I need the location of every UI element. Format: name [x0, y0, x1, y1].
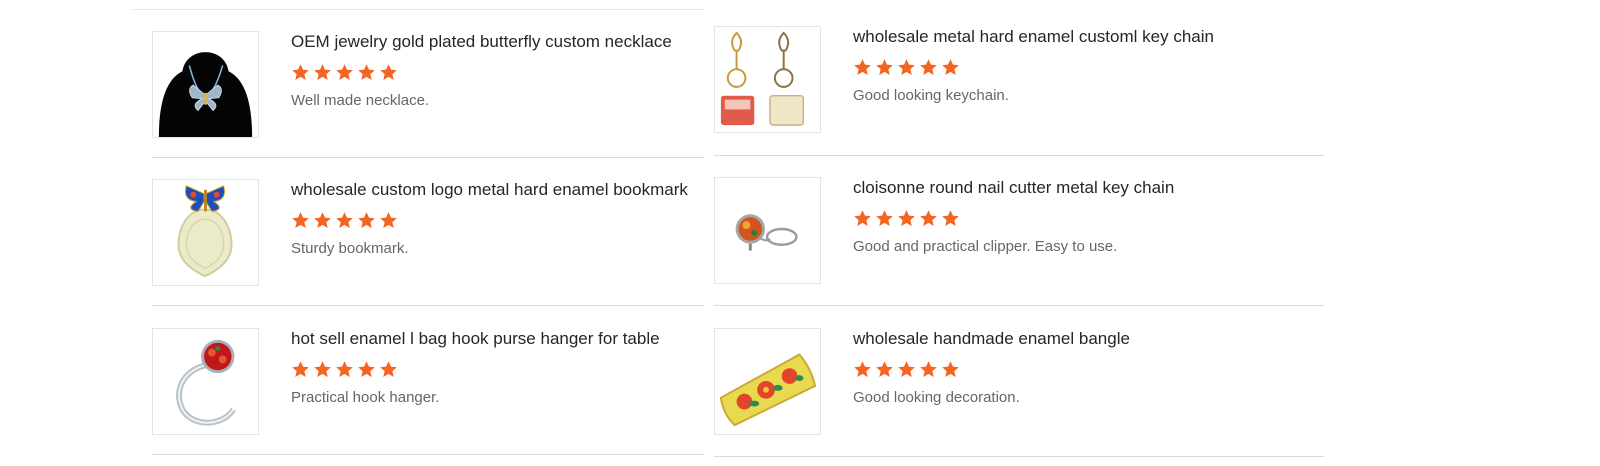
product-title-link[interactable]: OEM jewelry gold plated butterfly custom…: [291, 31, 694, 53]
product-title-link[interactable]: wholesale handmade enamel bangle: [853, 328, 1314, 350]
top-divider: [132, 9, 704, 10]
review-text: Good looking keychain.: [853, 87, 1009, 104]
star-icon: [292, 64, 309, 81]
star-icon: [380, 212, 397, 229]
product-image[interactable]: [152, 328, 259, 435]
star-icon: [942, 361, 959, 378]
item-divider: [714, 456, 1324, 457]
rating-stars: [853, 58, 1314, 78]
star-icon: [854, 59, 871, 76]
star-icon: [876, 59, 893, 76]
review-item: hot sell enamel l bag hook purse hanger …: [152, 328, 704, 456]
item-divider: [714, 155, 1324, 156]
review-item: cloisonne round nail cutter metal key ch…: [714, 177, 1324, 306]
star-icon: [898, 59, 915, 76]
star-icon: [854, 210, 871, 227]
review-item: wholesale metal hard enamel customl key …: [714, 26, 1324, 156]
review-item: wholesale custom logo metal hard enamel …: [152, 179, 704, 306]
item-divider: [152, 454, 704, 455]
product-image[interactable]: [714, 177, 821, 284]
star-icon: [380, 64, 397, 81]
product-title-link[interactable]: cloisonne round nail cutter metal key ch…: [853, 177, 1314, 199]
nail-cutter-image: [715, 178, 820, 283]
review-item: OEM jewelry gold plated butterfly custom…: [152, 31, 704, 158]
star-icon: [314, 361, 331, 378]
star-icon: [336, 361, 353, 378]
star-icon: [358, 212, 375, 229]
rating-stars: [291, 211, 694, 231]
star-icon: [898, 210, 915, 227]
star-icon: [336, 64, 353, 81]
purse-hook-image: [153, 329, 258, 434]
rating-stars: [853, 209, 1314, 229]
butterfly-bookmark-image: [153, 180, 258, 285]
star-icon: [292, 361, 309, 378]
star-icon: [314, 64, 331, 81]
butterfly-necklace-image: [153, 32, 258, 137]
star-icon: [898, 361, 915, 378]
product-image[interactable]: [714, 328, 821, 435]
star-icon: [292, 212, 309, 229]
item-divider: [714, 305, 1324, 306]
product-image[interactable]: [152, 179, 259, 286]
product-image[interactable]: [152, 31, 259, 138]
star-icon: [358, 64, 375, 81]
star-icon: [942, 59, 959, 76]
rating-stars: [291, 360, 694, 380]
review-text: Well made necklace.: [291, 92, 430, 109]
product-image[interactable]: [714, 26, 821, 133]
star-icon: [358, 361, 375, 378]
review-item: wholesale handmade enamel bangle Good lo…: [714, 328, 1324, 457]
review-text: Practical hook hanger.: [291, 389, 440, 406]
star-icon: [920, 59, 937, 76]
star-icon: [942, 210, 959, 227]
item-divider: [152, 305, 704, 306]
review-text: Good looking decoration.: [853, 389, 1020, 406]
enamel-bangle-image: [715, 329, 820, 434]
product-title-link[interactable]: wholesale custom logo metal hard enamel …: [291, 179, 694, 201]
item-divider: [152, 157, 704, 158]
star-icon: [314, 212, 331, 229]
key-chain-image: [715, 27, 820, 132]
star-icon: [336, 212, 353, 229]
star-icon: [876, 210, 893, 227]
star-icon: [876, 361, 893, 378]
star-icon: [920, 361, 937, 378]
star-icon: [854, 361, 871, 378]
review-text: Good and practical clipper. Easy to use.: [853, 238, 1118, 255]
rating-stars: [853, 360, 1314, 380]
star-icon: [920, 210, 937, 227]
product-title-link[interactable]: wholesale metal hard enamel customl key …: [853, 26, 1314, 48]
rating-stars: [291, 63, 694, 83]
product-title-link[interactable]: hot sell enamel l bag hook purse hanger …: [291, 328, 694, 350]
star-icon: [380, 361, 397, 378]
review-text: Sturdy bookmark.: [291, 240, 409, 257]
